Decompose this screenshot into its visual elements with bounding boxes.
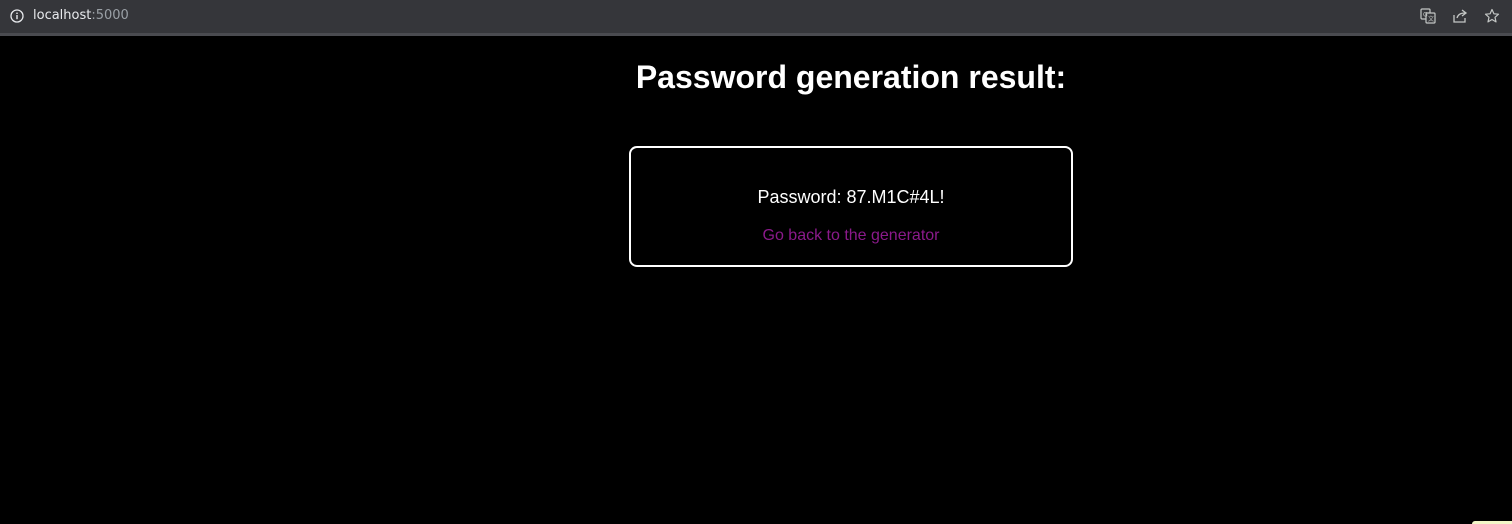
url-port: :5000 (91, 8, 129, 23)
info-icon[interactable] (10, 9, 24, 23)
result-card: Password: 87.M1C#4L! Go back to the gene… (629, 146, 1073, 267)
back-to-generator-link[interactable]: Go back to the generator (631, 227, 1071, 245)
url-host: localhost (33, 8, 92, 23)
share-icon[interactable] (1452, 8, 1468, 24)
address-bar-url[interactable]: localhost:5000 (33, 8, 129, 24)
star-icon[interactable] (1484, 8, 1500, 24)
password-label: Password: (757, 187, 842, 207)
translate-icon[interactable]: G 文 (1420, 8, 1436, 24)
browser-toolbar: localhost:5000 G 文 (0, 0, 1512, 36)
password-value: 87.M1C#4L! (846, 187, 945, 207)
page-title: Password generation result: (635, 59, 1067, 95)
svg-text:文: 文 (1428, 15, 1434, 23)
password-display: Password: 87.M1C#4L! (631, 187, 1071, 207)
